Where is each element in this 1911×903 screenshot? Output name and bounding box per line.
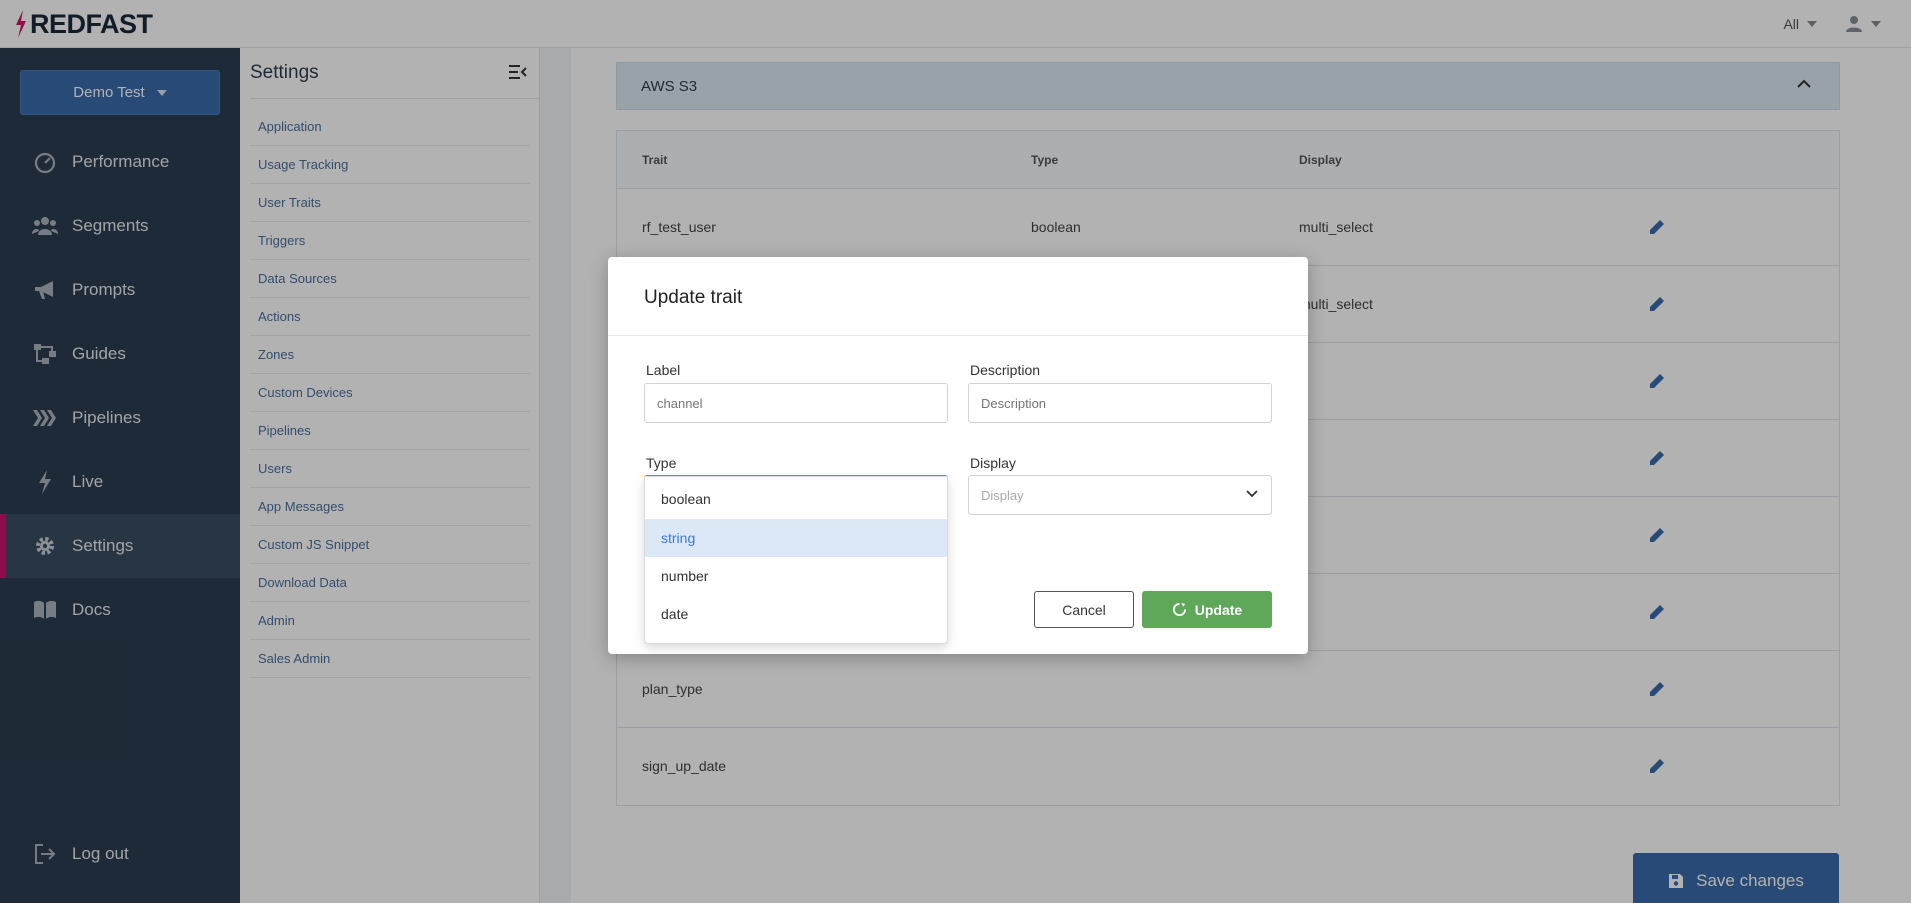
cancel-button[interactable]: Cancel (1034, 591, 1134, 628)
display-field-label: Display (970, 455, 1016, 471)
display-select[interactable]: Display (968, 475, 1272, 515)
type-field-label: Type (646, 455, 677, 471)
type-dropdown-menu: boolean string number date (644, 476, 948, 644)
modal-divider (608, 335, 1308, 336)
type-option-date[interactable]: date (645, 595, 947, 633)
type-option-string[interactable]: string (645, 519, 947, 557)
modal-title: Update trait (644, 287, 743, 308)
type-option-boolean[interactable]: boolean (645, 480, 947, 518)
description-field-label: Description (970, 362, 1041, 378)
type-option-number[interactable]: number (645, 557, 947, 595)
update-button[interactable]: Update (1142, 591, 1272, 628)
chevron-down-icon (1246, 490, 1258, 498)
label-field-label: Label (646, 362, 681, 378)
update-label: Update (1194, 601, 1243, 618)
display-select-placeholder: Display (981, 487, 1024, 503)
description-input[interactable] (968, 383, 1272, 423)
refresh-icon (1172, 602, 1186, 617)
label-input[interactable] (644, 383, 948, 423)
